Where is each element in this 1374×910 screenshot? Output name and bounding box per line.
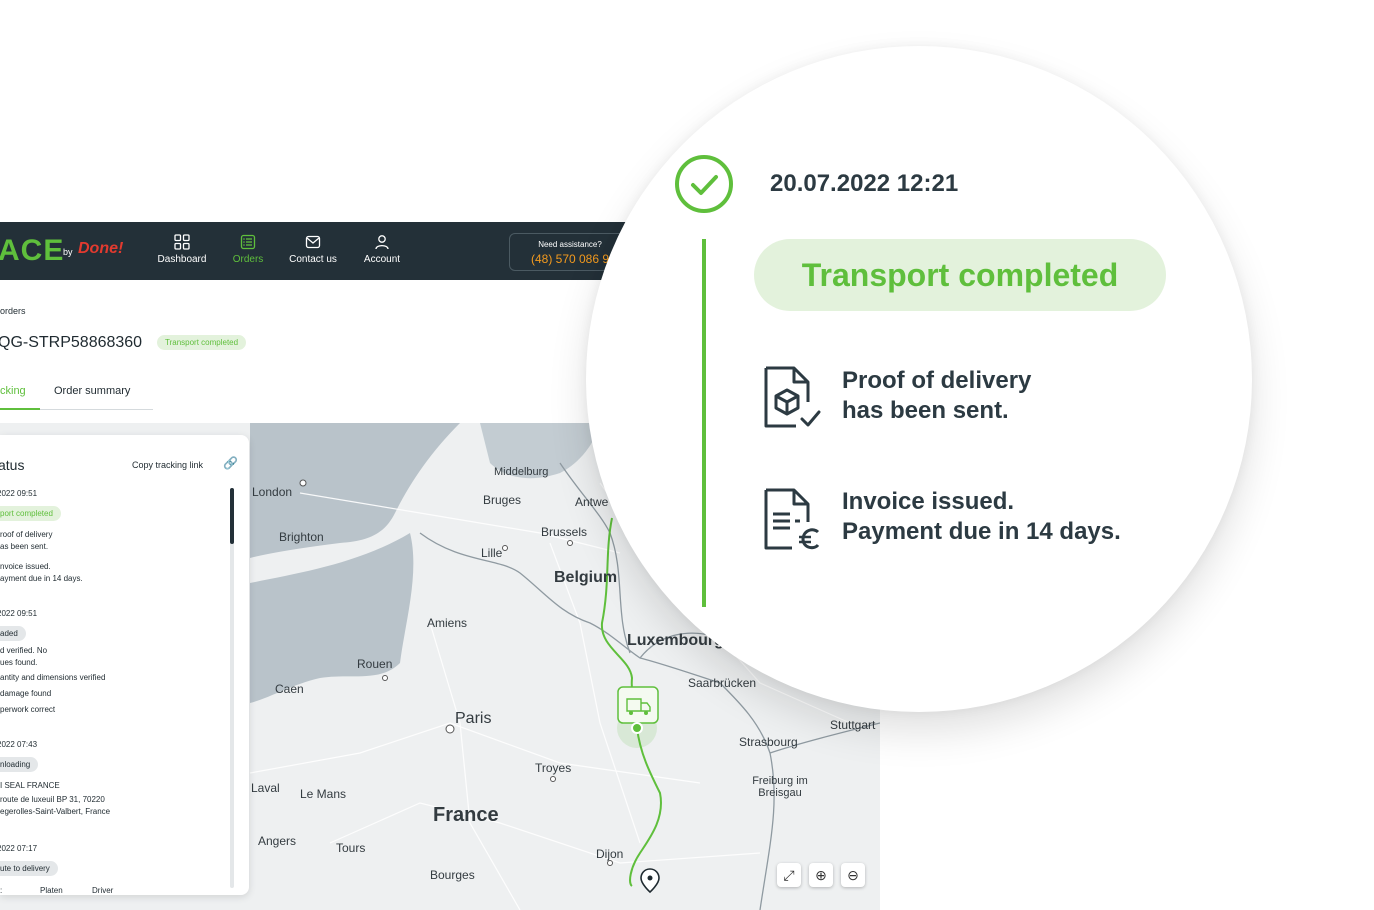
event-text: : xyxy=(0,886,3,895)
status-panel-title: atus xyxy=(0,457,25,473)
map-label-antwerp: Antwe xyxy=(575,495,609,509)
map-label-caen: Caen xyxy=(275,682,304,696)
link-icon[interactable]: 🔗 xyxy=(223,456,238,470)
event-text: as been sent. xyxy=(0,542,49,551)
truck-marker-icon[interactable] xyxy=(617,686,659,724)
event-text: Platen xyxy=(40,886,63,895)
event-badge: aded xyxy=(0,626,26,641)
scrollbar-thumb[interactable] xyxy=(230,488,234,544)
status-panel: atus Copy tracking link 🔗 2022 09:51 por… xyxy=(0,435,249,895)
nav-label-dashboard: Dashboard xyxy=(157,254,207,265)
breadcrumb[interactable]: orders xyxy=(0,306,26,316)
tab-order-summary[interactable]: Order summary xyxy=(54,385,130,397)
map-label-middelburg: Middelburg xyxy=(494,466,549,478)
map-label-laval: Laval xyxy=(251,781,280,795)
map-label-le-mans: Le Mans xyxy=(300,787,347,801)
callout-timestamp: 20.07.2022 12:21 xyxy=(770,170,959,197)
check-circle-icon xyxy=(675,155,733,213)
event-text: roof of delivery xyxy=(0,530,53,539)
map-label-lille: Lille xyxy=(481,546,503,560)
document-package-check-icon xyxy=(764,366,821,428)
map-label-brussels: Brussels xyxy=(541,525,588,539)
event-text: nvoice issued. xyxy=(0,562,51,571)
dashboard-icon xyxy=(174,234,190,250)
event-badge: ute to delivery xyxy=(0,861,58,876)
tab-active-indicator xyxy=(0,408,40,410)
status-callout: 20.07.2022 12:21 Transport completed Pro… xyxy=(586,46,1252,712)
event-text: ayment due in 14 days. xyxy=(0,574,83,583)
map-label-paris: Paris xyxy=(455,710,492,727)
invoice-line-2: Payment due in 14 days. xyxy=(842,518,1121,545)
map-label-tours: Tours xyxy=(336,841,366,855)
proof-line-2: has been sent. xyxy=(842,397,1009,424)
nav-label-orders: Orders xyxy=(232,254,264,265)
map-label-saarbrucken: Saarbrücken xyxy=(688,676,757,690)
event-badge: port completed xyxy=(0,506,61,521)
fullscreen-icon[interactable]: ⤢ xyxy=(777,863,801,887)
orders-list-icon xyxy=(240,234,256,250)
event-date: 2022 09:51 xyxy=(0,489,38,498)
mail-icon xyxy=(305,235,321,249)
order-id-title: QG-STRP58868360 xyxy=(0,334,143,351)
user-icon xyxy=(375,235,389,250)
map-label-bruges: Bruges xyxy=(483,493,522,507)
logo-by-text: by xyxy=(63,247,73,257)
event-badge: nloading xyxy=(0,757,39,772)
map-label-freiburg: Freiburg im Breisgau xyxy=(752,775,808,799)
nav-item-contact[interactable]: Contact us xyxy=(278,234,348,265)
zoom-in-icon[interactable]: ⊕ xyxy=(809,863,833,887)
proof-line-1: Proof of delivery xyxy=(842,367,1032,394)
map-label-troyes: Troyes xyxy=(535,761,572,775)
map-label-belgium: Belgium xyxy=(554,569,618,586)
nav-label-contact: Contact us xyxy=(289,254,337,265)
app-logo[interactable]: ACE xyxy=(0,234,64,268)
map-label-london: London xyxy=(252,485,293,499)
zoom-out-icon[interactable]: ⊖ xyxy=(841,863,865,887)
map-label-france: France xyxy=(433,804,499,826)
event-text: perwork correct xyxy=(0,705,56,714)
tab-tracking[interactable]: cking xyxy=(0,385,26,397)
order-status-badge: Transport completed xyxy=(157,335,247,350)
timeline-line xyxy=(702,239,706,607)
event-text: ues found. xyxy=(0,658,38,667)
copy-tracking-link[interactable]: Copy tracking link xyxy=(132,460,203,470)
map-label-bourges: Bourges xyxy=(430,868,475,882)
map-label-dijon: Dijon xyxy=(596,847,624,861)
event-text: Driver xyxy=(92,886,114,895)
event-date: 2022 07:43 xyxy=(0,740,38,749)
map-label-angers: Angers xyxy=(258,834,297,848)
event-text: egerolles-Saint-Valbert, France xyxy=(0,807,111,816)
partner-logo: Done! xyxy=(78,240,124,257)
map-label-rouen: Rouen xyxy=(357,657,393,671)
scrollbar-track[interactable] xyxy=(230,488,234,888)
nav-item-dashboard[interactable]: Dashboard xyxy=(147,234,217,265)
map-label-amiens: Amiens xyxy=(427,616,468,630)
nav-item-orders[interactable]: Orders xyxy=(213,234,283,265)
event-text: damage found xyxy=(0,689,52,698)
event-text: I SEAL FRANCE xyxy=(0,781,60,790)
map-label-strasbourg: Strasbourg xyxy=(739,735,798,749)
map-label-stuttgart: Stuttgart xyxy=(830,718,876,732)
callout-status-badge: Transport completed xyxy=(754,239,1166,311)
invoice-euro-icon xyxy=(764,488,820,550)
event-text: route de luxeuil BP 31, 70220 xyxy=(0,795,105,804)
invoice-line-1: Invoice issued. xyxy=(842,488,1015,515)
event-date: 2022 07:17 xyxy=(0,844,38,853)
nav-label-account: Account xyxy=(363,254,401,265)
event-date: 2022 09:51 xyxy=(0,609,38,618)
nav-item-account[interactable]: Account xyxy=(347,234,417,265)
event-text: antity and dimensions verified xyxy=(0,673,106,682)
event-text: d verified. No xyxy=(0,646,48,655)
map-label-brighton: Brighton xyxy=(279,530,324,544)
